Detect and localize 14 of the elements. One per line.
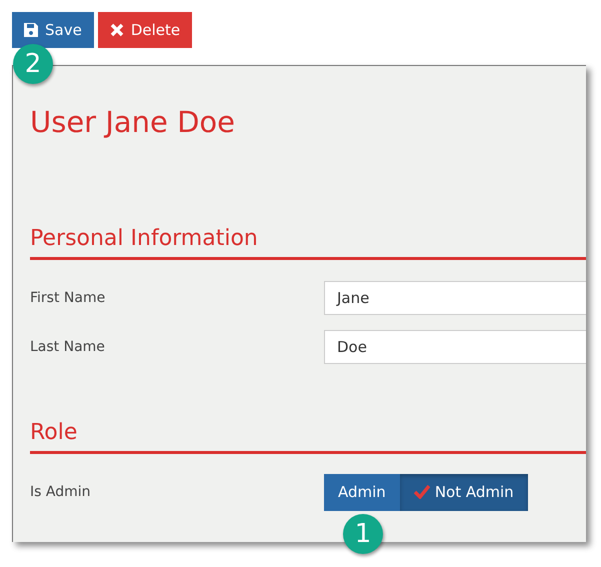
- field-label: Is Admin: [30, 484, 92, 500]
- field-label: Last Name: [30, 339, 106, 355]
- section-heading: Personal Information: [30, 224, 586, 260]
- page-title: User Jane Doe: [30, 104, 236, 141]
- field-label: First Name: [30, 290, 106, 306]
- check-icon: [414, 485, 430, 499]
- toggle-option[interactable]: Admin: [324, 474, 400, 510]
- section-heading: Role: [30, 418, 586, 454]
- close-icon: [110, 23, 124, 37]
- save-button[interactable]: Save: [12, 12, 94, 48]
- toggle-option[interactable]: Not Admin: [400, 474, 528, 510]
- text-field[interactable]: Doe: [324, 330, 586, 364]
- delete-button[interactable]: Delete: [98, 12, 192, 48]
- text-field[interactable]: Jane: [324, 281, 586, 315]
